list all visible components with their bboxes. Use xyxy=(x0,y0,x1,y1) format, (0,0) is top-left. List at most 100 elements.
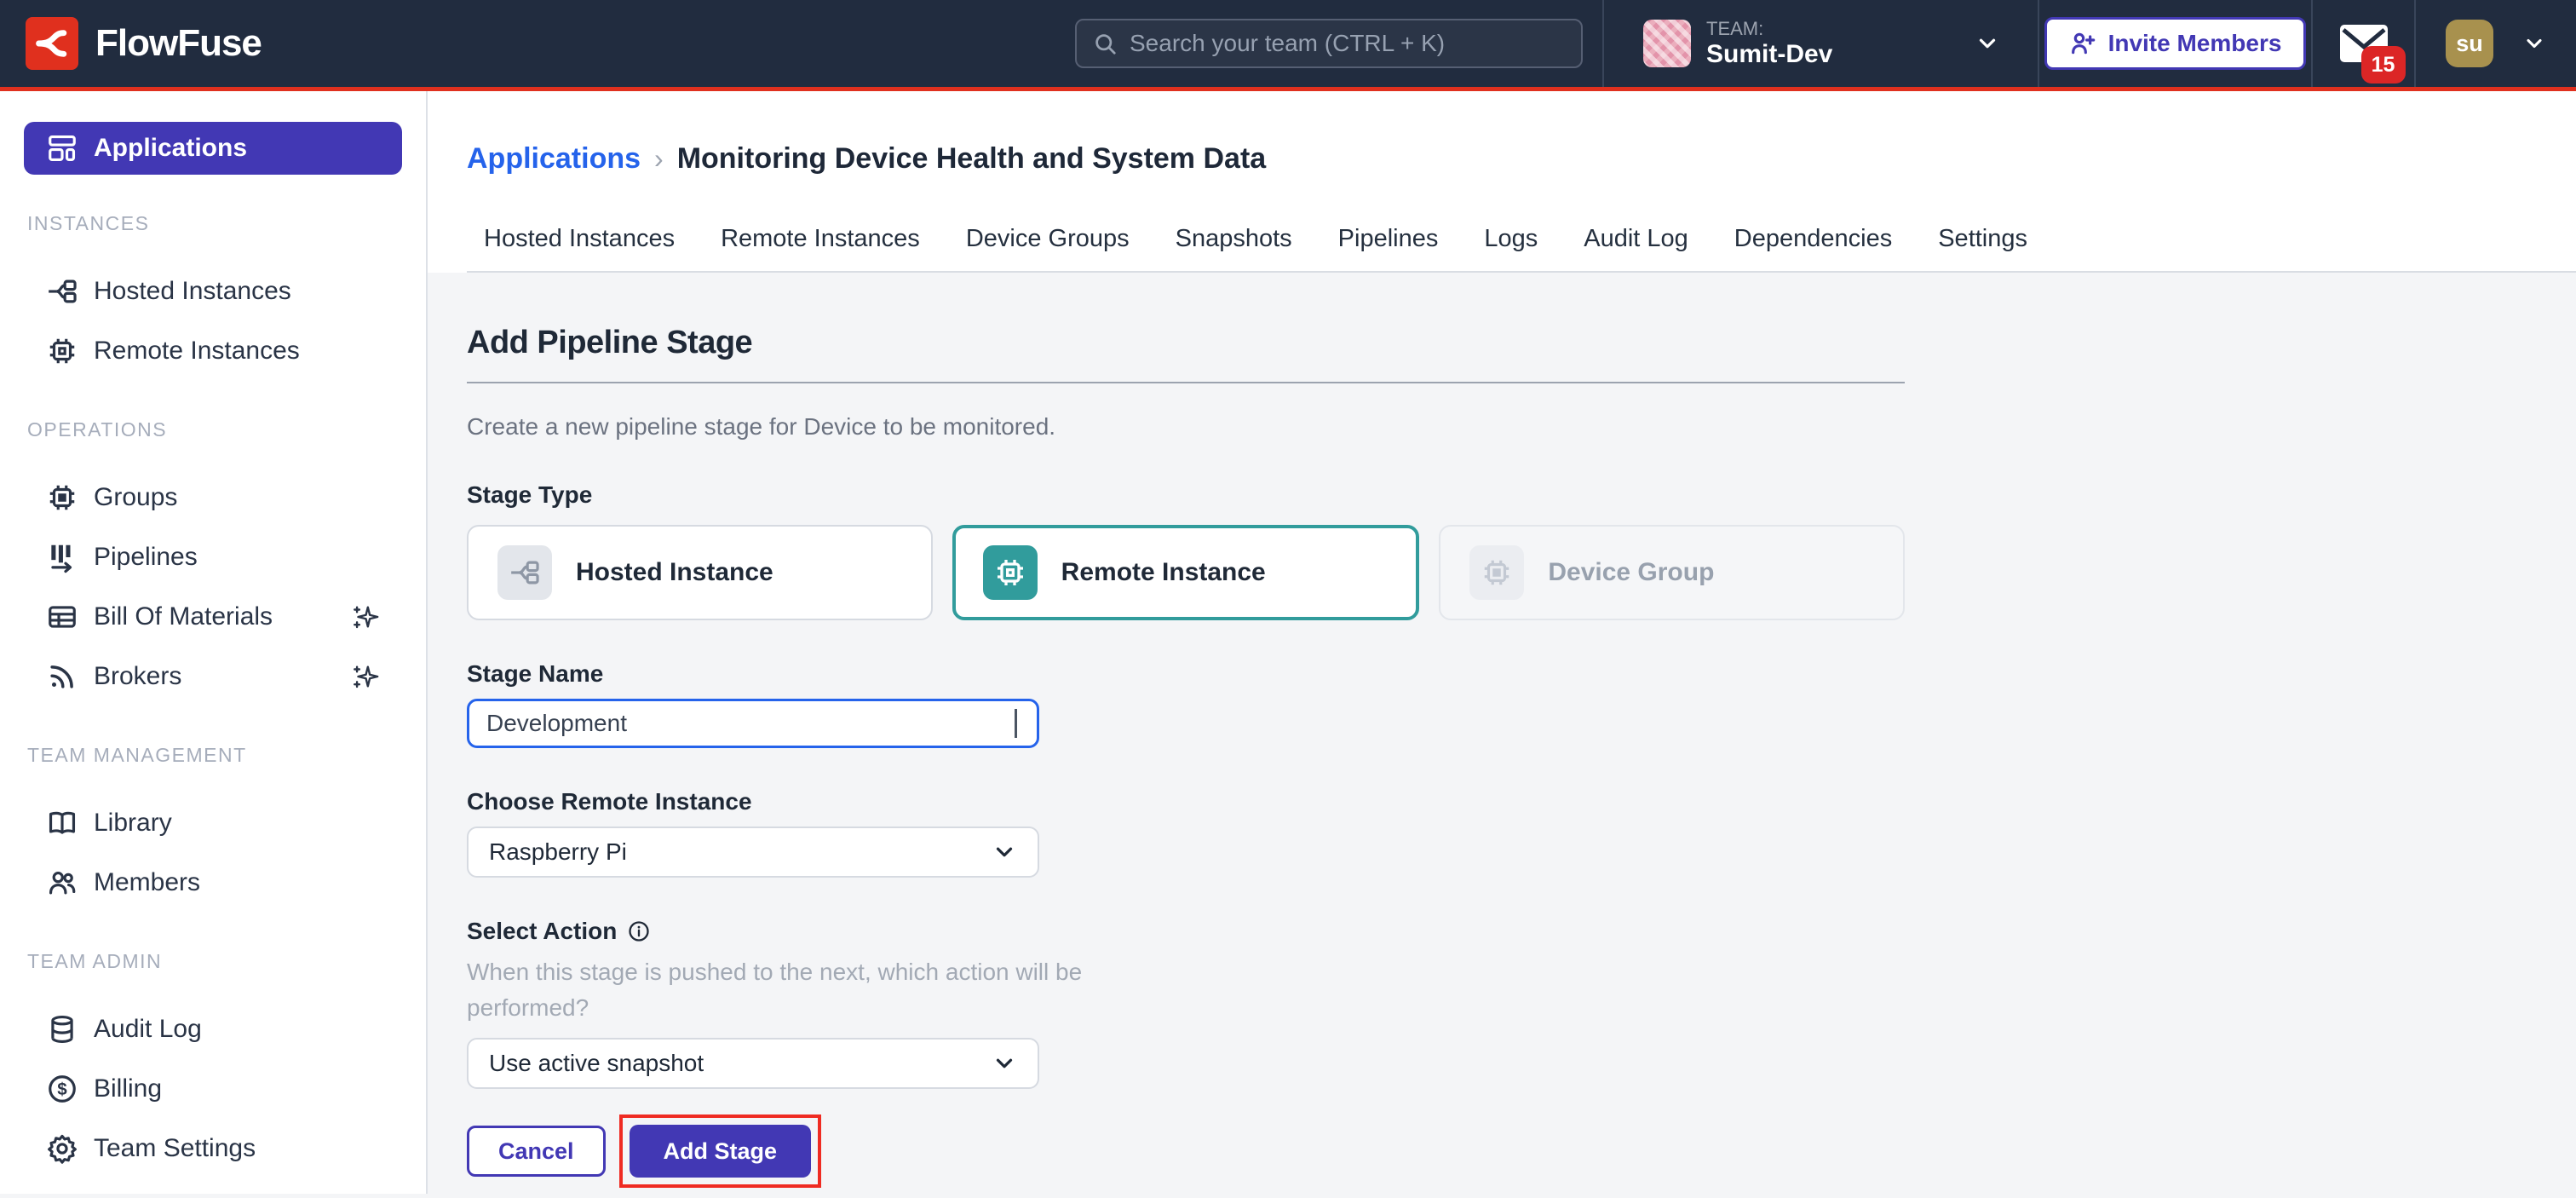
breadcrumb: Applications › Monitoring Device Health … xyxy=(467,142,2576,176)
sidebar-item-pipelines[interactable]: Pipelines xyxy=(24,527,402,587)
breadcrumb-separator: › xyxy=(654,143,664,175)
tab-device-groups[interactable]: Device Groups xyxy=(966,223,1130,254)
notifications-button[interactable]: 15 xyxy=(2339,24,2389,63)
chip-group-icon xyxy=(1469,545,1524,600)
tab-hosted-instances[interactable]: Hosted Instances xyxy=(484,223,675,254)
sidebar-section-team-admin: TEAM ADMIN xyxy=(24,950,402,974)
sidebar-item-label: Applications xyxy=(94,134,247,163)
gear-icon xyxy=(46,1132,78,1165)
main-area: Applications › Monitoring Device Health … xyxy=(428,91,2576,1194)
chip-icon xyxy=(983,545,1038,600)
search-input[interactable] xyxy=(1130,30,1566,57)
cancel-button[interactable]: Cancel xyxy=(467,1126,606,1177)
annotation-highlight-box: Add Stage xyxy=(619,1114,822,1188)
fork-icon xyxy=(46,275,78,308)
sidebar-item-library[interactable]: Library xyxy=(24,793,402,853)
chip-group-icon xyxy=(46,481,78,514)
tab-settings[interactable]: Settings xyxy=(1938,223,2027,254)
stage-type-remote-instance[interactable]: Remote Instance xyxy=(952,525,1420,620)
sidebar-item-members[interactable]: Members xyxy=(24,853,402,913)
team-label: TEAM: xyxy=(1706,18,1832,40)
user-menu[interactable]: su xyxy=(2414,0,2576,87)
applications-icon xyxy=(46,132,78,164)
chip-icon xyxy=(46,335,78,367)
brand[interactable]: FlowFuse xyxy=(0,17,262,70)
invite-members-label: Invite Members xyxy=(2108,30,2282,57)
remote-instance-label: Choose Remote Instance xyxy=(467,787,1905,816)
sidebar-item-applications[interactable]: Applications xyxy=(24,122,402,175)
sidebar: Applications INSTANCES Hosted Instances xyxy=(0,91,428,1194)
sidebar-item-brokers[interactable]: Brokers xyxy=(24,647,402,706)
team-search[interactable] xyxy=(1075,19,1583,68)
fork-icon xyxy=(497,545,552,600)
notification-badge: 15 xyxy=(2361,46,2406,84)
sidebar-item-label: Groups xyxy=(94,483,177,512)
team-selector[interactable]: TEAM: Sumit-Dev xyxy=(1602,0,2038,87)
team-name: Sumit-Dev xyxy=(1706,40,1832,69)
tab-snapshots[interactable]: Snapshots xyxy=(1176,223,1292,254)
sidebar-item-label: Pipelines xyxy=(94,543,198,572)
user-avatar: su xyxy=(2446,20,2493,67)
tab-remote-instances[interactable]: Remote Instances xyxy=(721,223,920,254)
sidebar-item-label: Members xyxy=(94,868,200,897)
stage-name-field xyxy=(467,699,1039,748)
stage-name-input[interactable] xyxy=(486,710,1020,737)
info-icon[interactable] xyxy=(627,919,651,943)
sidebar-item-audit-log[interactable]: Audit Log xyxy=(24,999,402,1059)
tab-logs[interactable]: Logs xyxy=(1484,223,1538,254)
stage-type-label: Stage Type xyxy=(467,481,1905,510)
tab-dependencies[interactable]: Dependencies xyxy=(1734,223,1892,254)
team-avatar xyxy=(1643,20,1691,67)
action-select[interactable]: Use active snapshot xyxy=(467,1038,1039,1089)
sidebar-item-label: Library xyxy=(94,809,172,838)
sidebar-item-label: Hosted Instances xyxy=(94,277,291,306)
users-icon xyxy=(46,867,78,899)
select-action-label: Select Action xyxy=(467,917,617,946)
user-plus-icon xyxy=(2069,30,2096,57)
card-label: Remote Instance xyxy=(1061,558,1266,587)
add-stage-button[interactable]: Add Stage xyxy=(630,1125,812,1178)
chevron-down-icon[interactable] xyxy=(1975,31,2000,56)
sidebar-item-label: Billing xyxy=(94,1074,162,1103)
search-icon xyxy=(1092,31,1118,56)
sidebar-item-label: Audit Log xyxy=(94,1015,202,1044)
stage-type-device-group: Device Group xyxy=(1439,525,1905,620)
breadcrumb-applications-link[interactable]: Applications xyxy=(467,142,641,176)
stage-type-hosted-instance[interactable]: Hosted Instance xyxy=(467,525,933,620)
stage-name-label: Stage Name xyxy=(467,659,1905,688)
database-icon xyxy=(46,1013,78,1045)
flowfuse-logo-icon xyxy=(26,17,78,70)
table-icon xyxy=(46,601,78,633)
book-icon xyxy=(46,807,78,839)
sidebar-item-groups[interactable]: Groups xyxy=(24,468,402,527)
sidebar-section-team-management: TEAM MANAGEMENT xyxy=(24,744,402,768)
sidebar-item-bill-of-materials[interactable]: Bill Of Materials xyxy=(24,587,402,647)
sidebar-item-billing[interactable]: $ Billing xyxy=(24,1059,402,1119)
text-caret xyxy=(1015,709,1017,738)
sidebar-item-label: Bill Of Materials xyxy=(94,602,273,631)
svg-text:$: $ xyxy=(57,1080,67,1099)
sidebar-item-team-settings[interactable]: Team Settings xyxy=(24,1119,402,1178)
sidebar-item-label: Brokers xyxy=(94,662,181,691)
tab-pipelines[interactable]: Pipelines xyxy=(1338,223,1439,254)
sidebar-item-label: Team Settings xyxy=(94,1134,256,1163)
card-label: Device Group xyxy=(1548,558,1714,587)
sidebar-item-label: Remote Instances xyxy=(94,337,300,366)
sidebar-item-remote-instances[interactable]: Remote Instances xyxy=(24,321,402,381)
app-header: FlowFuse TEAM: Sumit-Dev xyxy=(0,0,2576,91)
tab-audit-log[interactable]: Audit Log xyxy=(1584,223,1688,254)
sparkles-icon xyxy=(351,662,380,691)
selected-value: Use active snapshot xyxy=(489,1050,704,1077)
chevron-down-icon xyxy=(992,839,1017,865)
sidebar-item-hosted-instances[interactable]: Hosted Instances xyxy=(24,262,402,321)
application-tabs: Hosted Instances Remote Instances Device… xyxy=(467,223,2576,273)
brand-name: FlowFuse xyxy=(95,22,262,65)
remote-instance-select[interactable]: Raspberry Pi xyxy=(467,827,1039,878)
pipeline-icon xyxy=(46,541,78,573)
sparkles-icon xyxy=(351,602,380,631)
invite-members-button[interactable]: Invite Members xyxy=(2044,17,2307,70)
chevron-down-icon[interactable] xyxy=(2522,32,2546,55)
page-title: Add Pipeline Stage xyxy=(467,324,1905,361)
form-description: Create a new pipeline stage for Device t… xyxy=(467,412,1905,441)
chevron-down-icon xyxy=(992,1051,1017,1076)
